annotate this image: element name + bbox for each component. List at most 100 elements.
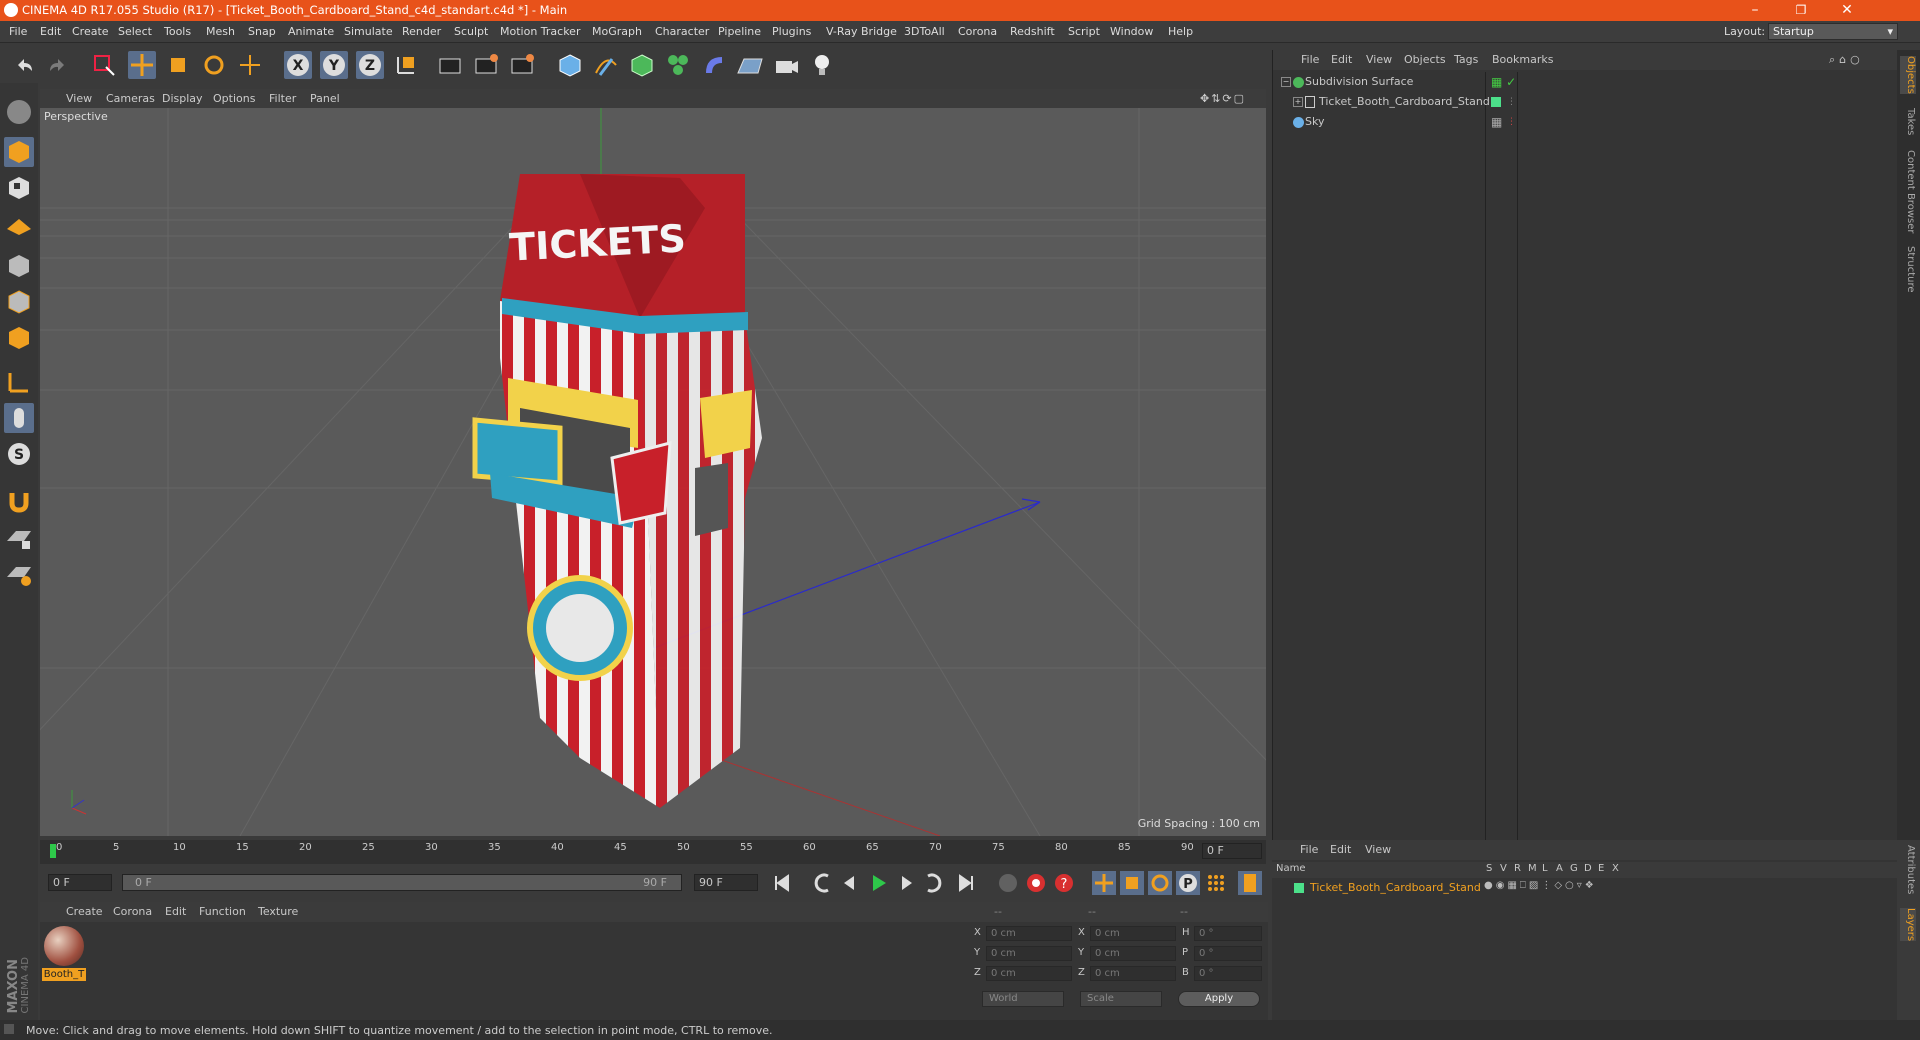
menu-character[interactable]: Character [655, 25, 709, 38]
menu-3dtoall[interactable]: 3DToAll [904, 25, 945, 38]
workplane-mode-icon[interactable] [4, 209, 34, 239]
menu-sculpt[interactable]: Sculpt [454, 25, 488, 38]
polygons-mode-icon[interactable] [4, 323, 34, 353]
autokey-icon[interactable]: ? [1052, 871, 1076, 895]
menu-snap[interactable]: Snap [248, 25, 276, 38]
layer-menu-view[interactable]: View [1365, 843, 1391, 856]
object-row-ticket-booth[interactable]: + Ticket_Booth_Cardboard_Stand ⋮ [1273, 92, 1898, 112]
mat-menu-corona[interactable]: Corona [113, 905, 152, 918]
y-axis-lock-icon[interactable]: Y [320, 51, 348, 79]
menu-redshift[interactable]: Redshift [1010, 25, 1055, 38]
solo-mode-icon[interactable]: S [4, 439, 34, 469]
key-pla-icon[interactable] [1204, 871, 1228, 895]
frame-range-slider[interactable]: 0 F 90 F [122, 874, 682, 891]
timeline-window-icon[interactable] [1238, 871, 1262, 895]
material-swatch[interactable]: Booth_T [42, 926, 86, 984]
layout-select[interactable]: Startup ▾ [1768, 23, 1898, 40]
move-tool-icon[interactable] [128, 51, 156, 79]
next-key-icon[interactable] [922, 871, 946, 895]
tab-layers[interactable]: Layers [1900, 908, 1916, 942]
menu-render[interactable]: Render [402, 25, 441, 38]
key-parameter-icon[interactable]: P [1176, 871, 1200, 895]
model-mode-icon[interactable] [4, 137, 34, 167]
obj-search-icon[interactable]: ⌕⌂○ [1829, 53, 1864, 67]
transform-tool-icon[interactable] [236, 51, 264, 79]
tab-content-browser[interactable]: Content Browser [1900, 150, 1916, 233]
next-frame-icon[interactable] [894, 871, 918, 895]
size-z-field[interactable]: 0 cm [1090, 966, 1176, 981]
current-frame-field[interactable]: 0 F [1202, 843, 1262, 859]
material-tag-icon[interactable]: ▦ [1491, 112, 1502, 132]
x-axis-lock-icon[interactable]: X [284, 51, 312, 79]
menu-tools[interactable]: Tools [164, 25, 191, 38]
edges-mode-icon[interactable] [4, 287, 34, 317]
mat-menu-texture[interactable]: Texture [258, 905, 298, 918]
tab-attributes[interactable]: Attributes [1900, 845, 1916, 894]
camera-icon[interactable] [772, 51, 800, 79]
tab-structure[interactable]: Structure [1900, 246, 1916, 293]
play-icon[interactable] [866, 871, 890, 895]
menu-script[interactable]: Script [1068, 25, 1100, 38]
viewport-menu-options[interactable]: Options [213, 92, 255, 105]
menu-file[interactable]: File [9, 25, 27, 38]
menu-simulate[interactable]: Simulate [344, 25, 393, 38]
make-editable-icon[interactable] [4, 97, 34, 127]
obj-menu-bookmarks[interactable]: Bookmarks [1492, 53, 1553, 66]
key-position-icon[interactable] [1092, 871, 1116, 895]
render-settings-icon[interactable] [508, 51, 536, 79]
close-button[interactable]: ✕ [1824, 0, 1870, 21]
go-to-start-icon[interactable] [770, 871, 794, 895]
layer-toggle-icons[interactable]: ●◉▦⎕▨⋮◇○▿❖ [1484, 880, 1597, 891]
menu-create[interactable]: Create [72, 25, 109, 38]
rotation-p-field[interactable]: 0 ° [1194, 946, 1262, 961]
cloner-icon[interactable] [664, 51, 692, 79]
viewport-menu-filter[interactable]: Filter [269, 92, 296, 105]
obj-menu-edit[interactable]: Edit [1331, 53, 1352, 66]
tab-objects[interactable]: Objects [1900, 56, 1916, 94]
menu-mesh[interactable]: Mesh [206, 25, 235, 38]
rotation-b-field[interactable]: 0 ° [1194, 966, 1262, 981]
start-frame-field[interactable]: 0 F [48, 874, 112, 891]
menu-pipeline[interactable]: Pipeline [718, 25, 761, 38]
previous-frame-icon[interactable] [838, 871, 862, 895]
menu-window[interactable]: Window [1110, 25, 1153, 38]
coordinate-system-icon[interactable] [392, 51, 420, 79]
perspective-viewport[interactable]: TICKETS Perspective Grid Spacing : 100 c… [40, 108, 1266, 836]
menu-select[interactable]: Select [118, 25, 152, 38]
mat-menu-create[interactable]: Create [66, 905, 103, 918]
viewport-menu-cameras[interactable]: Cameras [106, 92, 155, 105]
previous-key-icon[interactable] [810, 871, 834, 895]
obj-menu-objects[interactable]: Objects [1404, 53, 1446, 66]
tweak-mode-icon[interactable] [4, 403, 34, 433]
workplane-lock-icon[interactable] [4, 523, 34, 553]
object-row-subdivision[interactable]: − Subdivision Surface ▦ ✓ [1273, 72, 1898, 92]
menu-plugins[interactable]: Plugins [772, 25, 811, 38]
enabled-check-icon[interactable]: ▦ ✓ [1491, 72, 1516, 92]
spline-pen-icon[interactable] [592, 51, 620, 79]
menu-help[interactable]: Help [1168, 25, 1193, 38]
subdivision-surface-icon[interactable] [628, 51, 656, 79]
render-picture-viewer-icon[interactable] [472, 51, 500, 79]
object-row-sky[interactable]: Sky ▦ ⋮ [1273, 112, 1898, 132]
viewport-navigation-icons[interactable]: ✥⇅⟳▢ [1200, 92, 1246, 105]
maximize-button[interactable]: ❐ [1778, 0, 1824, 21]
undo-button[interactable] [10, 51, 38, 79]
minimize-button[interactable]: – [1732, 0, 1778, 21]
menu-vray-bridge[interactable]: V-Ray Bridge [826, 25, 897, 38]
scale-tool-icon[interactable] [164, 51, 192, 79]
floor-icon[interactable] [736, 51, 764, 79]
key-scale-icon[interactable] [1120, 871, 1144, 895]
live-selection-icon[interactable] [90, 51, 118, 79]
obj-menu-view[interactable]: View [1366, 53, 1392, 66]
obj-menu-file[interactable]: File [1301, 53, 1319, 66]
timeline-ruler[interactable]: 0 5 10 15 20 25 30 35 40 45 50 55 60 65 … [40, 840, 1266, 864]
viewport-menu-panel[interactable]: Panel [310, 92, 340, 105]
z-axis-lock-icon[interactable]: Z [356, 51, 384, 79]
mat-menu-function[interactable]: Function [199, 905, 246, 918]
deformer-icon[interactable] [700, 51, 728, 79]
rotate-tool-icon[interactable] [200, 51, 228, 79]
expand-icon[interactable]: − [1281, 77, 1291, 87]
snap-magnet-icon[interactable] [4, 485, 34, 515]
texture-mode-icon[interactable] [4, 173, 34, 203]
menu-edit[interactable]: Edit [40, 25, 61, 38]
